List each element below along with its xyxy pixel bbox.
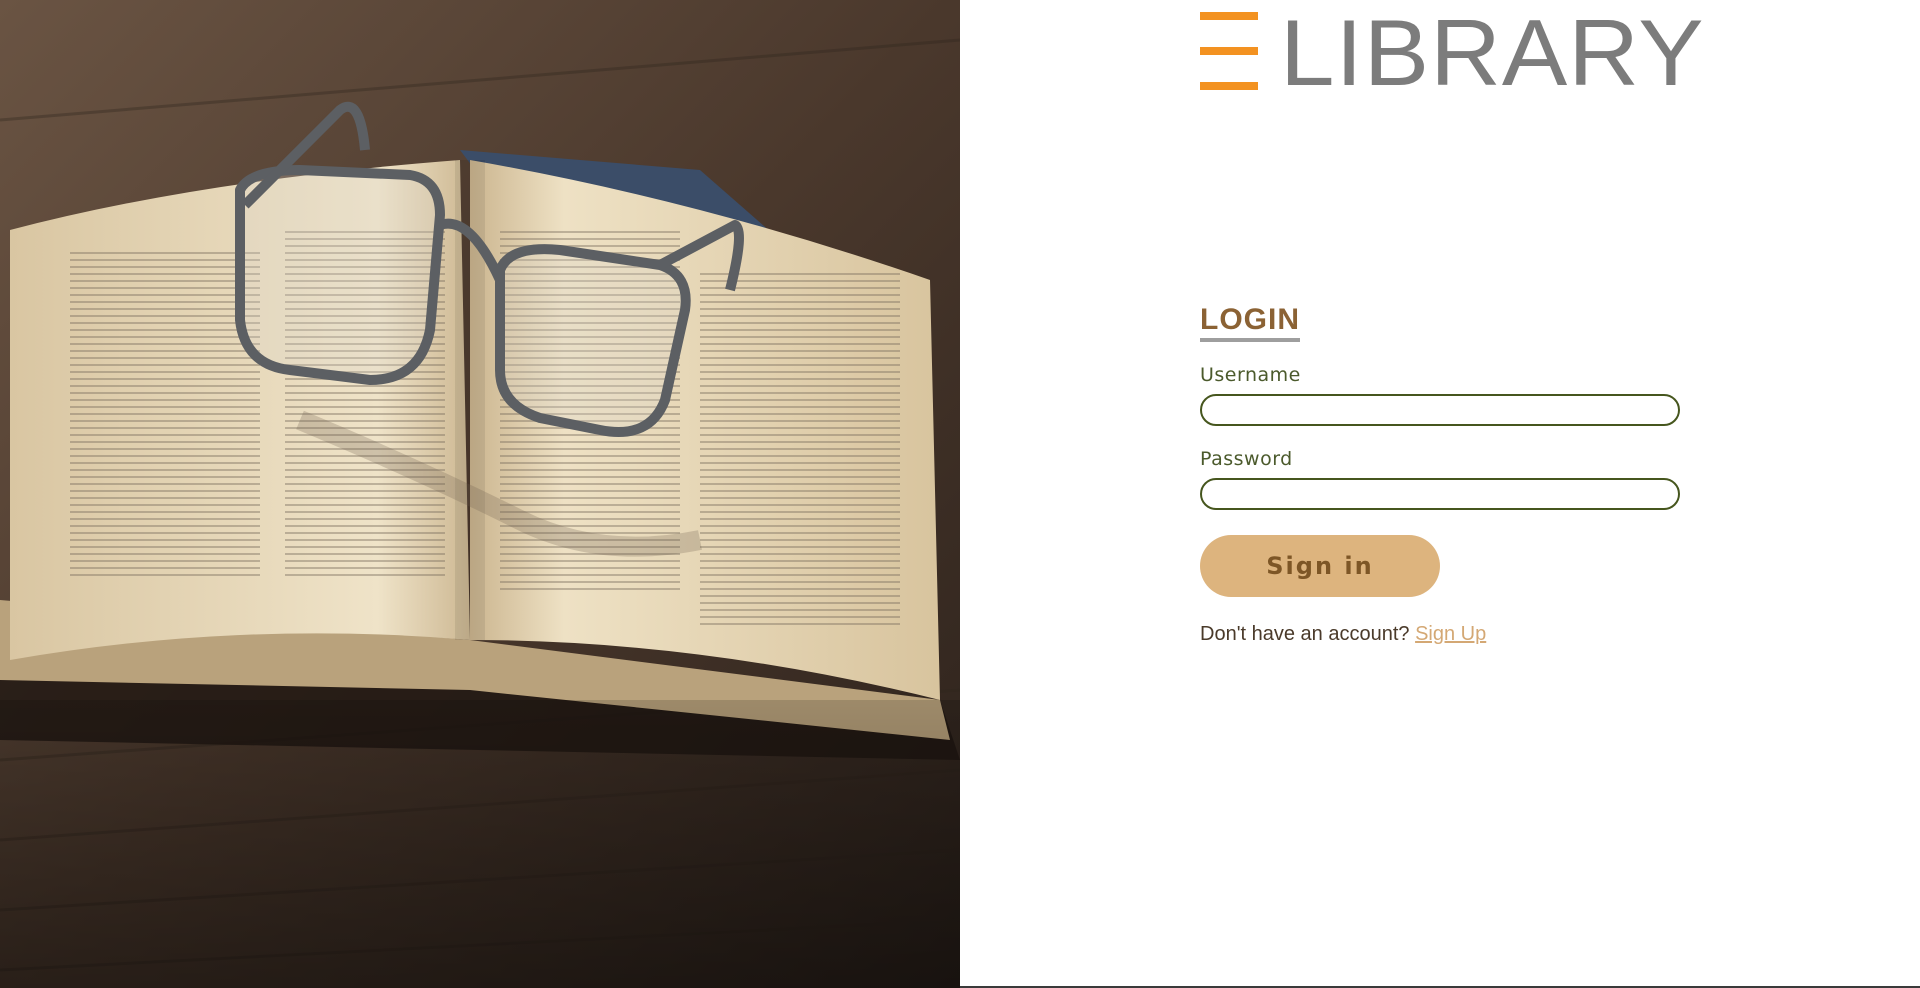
login-page: LIBRARY LOGIN Username Password Sign in …: [0, 0, 1920, 988]
signup-prompt-text: Don't have an account?: [1200, 623, 1416, 645]
logo-e-mark-icon: [1200, 12, 1258, 90]
library-logo: LIBRARY: [1200, 0, 1705, 106]
logo-text: LIBRARY: [1280, 0, 1705, 106]
password-input[interactable]: [1200, 478, 1680, 510]
hero-image: [0, 0, 960, 988]
sign-up-link[interactable]: Sign Up: [1415, 623, 1486, 645]
username-input[interactable]: [1200, 394, 1680, 426]
username-label: Username: [1200, 364, 1301, 386]
login-title: LOGIN: [1200, 303, 1300, 342]
signup-prompt-line: Don't have an account? Sign Up: [1200, 623, 1680, 646]
book-with-glasses-photo: [0, 0, 960, 988]
login-form: LOGIN Username Password Sign in Don't ha…: [1200, 303, 1680, 646]
sign-in-button[interactable]: Sign in: [1200, 535, 1440, 597]
password-label: Password: [1200, 448, 1293, 470]
